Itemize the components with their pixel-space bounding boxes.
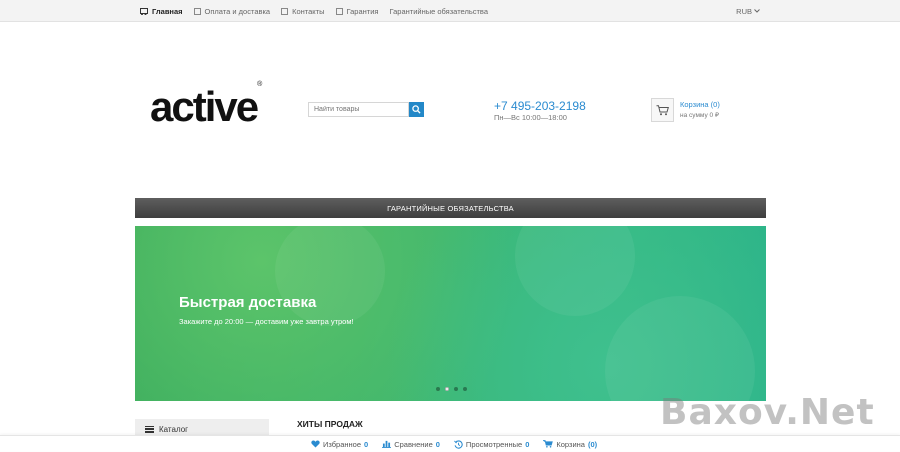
viewed-label: Просмотренные [465,439,523,449]
page-icon [335,7,343,15]
main-menu: ГАРАНТИЙНЫЕ ОБЯЗАТЕЛЬСТВА [135,198,766,218]
bottom-nav: Избранное 0 Сравнение 0 Просмотренные 0 … [311,436,597,452]
compare-link[interactable]: Сравнение 0 [382,440,440,449]
cart-icon [543,440,554,448]
banner-bokeh [515,226,635,316]
logo-text: active [150,83,259,130]
watermark: Baxov.Net [660,392,875,433]
topnav-payment-delivery-label: Оплата и доставка [204,6,271,16]
chevron-down-icon [754,9,760,13]
work-hours: Пн—Вс 10:00—18:00 [494,113,567,122]
favorites-label: Избранное [323,439,362,449]
banner-bokeh [275,226,385,326]
heart-icon [311,440,320,448]
slider-dot[interactable] [436,387,440,391]
compare-count: 0 [435,439,440,449]
topnav-contacts-label: Контакты [292,6,325,16]
topnav-home-label: Главная [152,6,183,16]
bottom-cart-count: (0) [587,439,598,449]
bar-chart-icon [382,440,392,448]
topnav-warranty-label: Гарантия [346,6,379,16]
page-icon [281,7,289,15]
topnav-warranty-obligations[interactable]: Гарантийные обязательства [389,7,488,16]
bottom-cart-label: Корзина [556,439,585,449]
site-logo[interactable]: active® [150,81,262,130]
search-form [308,102,424,117]
catalog-label: Каталог [159,424,189,434]
phone-number[interactable]: +7 495-203-2198 [494,99,586,113]
cart-icon [656,104,669,115]
history-icon [454,439,463,449]
header-cart-sum: на сумму 0 ₽ [680,112,720,119]
favorites-link[interactable]: Избранное 0 [311,440,368,449]
banner-subtitle: Закажите до 20:00 — доставим уже завтра … [179,317,354,326]
promo-banner[interactable]: Быстрая доставка Закажите до 20:00 — дос… [135,226,766,401]
topnav-payment-delivery[interactable]: Оплата и доставка [193,6,271,16]
viewed-link[interactable]: Просмотренные 0 [454,440,529,449]
topnav-home[interactable]: Главная [140,7,183,16]
topnav-warranty[interactable]: Гарантия [335,6,379,16]
menu-item-warranty-obligations[interactable]: ГАРАНТИЙНЫЕ ОБЯЗАТЕЛЬСТВА [387,204,514,213]
slider-dots [436,387,467,391]
menu-icon [145,425,154,433]
registered-mark: ® [257,81,263,88]
search-input[interactable] [308,102,409,117]
currency-selector[interactable]: RUB [736,0,760,22]
slider-dot[interactable] [463,387,467,391]
viewed-count: 0 [525,439,530,449]
currency-label: RUB [736,6,752,16]
section-title-hits: ХИТЫ ПРОДАЖ [297,419,363,429]
compare-label: Сравнение [394,439,433,449]
slider-dot-active[interactable] [445,387,449,391]
cart-icon [140,7,148,15]
top-nav: Главная Оплата и доставка Контакты Гаран… [140,0,488,22]
banner-title: Быстрая доставка [179,294,317,311]
topnav-contacts[interactable]: Контакты [281,6,325,16]
search-icon [412,105,421,114]
banner-bokeh [605,296,755,401]
bottom-panel: Избранное 0 Сравнение 0 Просмотренные 0 … [0,435,900,451]
header-cart-title[interactable]: Корзина (0) [680,100,720,109]
slider-dot[interactable] [454,387,458,391]
favorites-count: 0 [364,439,369,449]
header-cart-button[interactable] [651,98,674,122]
page-icon [193,7,201,15]
bottom-cart-link[interactable]: Корзина (0) [543,440,597,449]
search-button[interactable] [409,102,424,117]
topnav-warranty-obligations-label: Гарантийные обязательства [389,6,489,16]
top-bar: Главная Оплата и доставка Контакты Гаран… [0,0,900,22]
